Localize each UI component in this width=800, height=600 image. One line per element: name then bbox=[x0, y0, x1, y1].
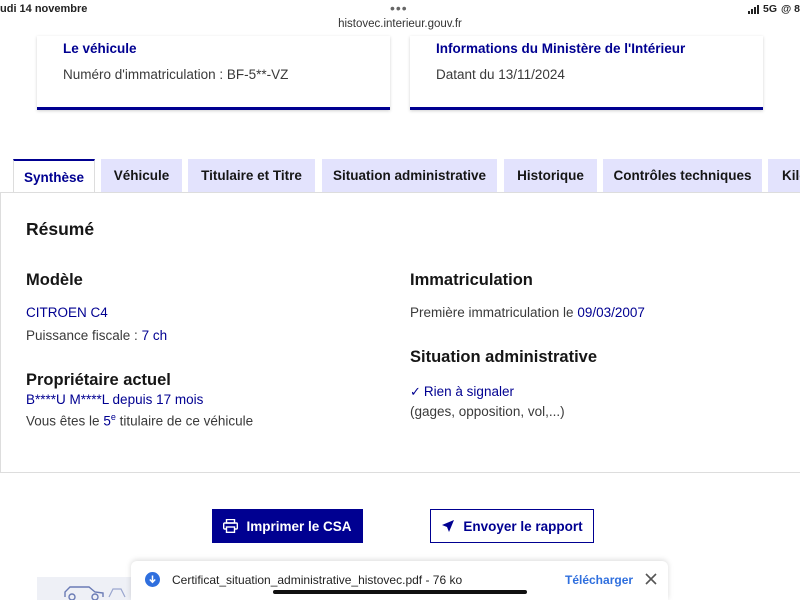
network-label: 5G bbox=[762, 3, 777, 15]
download-button[interactable]: Télécharger bbox=[565, 573, 633, 587]
tab-synthese[interactable]: Synthèse bbox=[13, 159, 95, 194]
first-registration-label: Première immatriculation le bbox=[410, 305, 578, 320]
status-indicators: 5G @ 8 bbox=[747, 3, 800, 15]
car-illustration bbox=[37, 577, 133, 600]
admin-situation-heading: Situation administrative bbox=[410, 348, 598, 366]
fiscal-power: Puissance fiscale : 7 ch bbox=[26, 328, 167, 343]
first-registration: Première immatriculation le 09/03/2007 bbox=[410, 305, 645, 320]
close-icon[interactable] bbox=[644, 572, 658, 586]
tab-kilometrage[interactable]: Kilo bbox=[768, 159, 800, 192]
home-indicator bbox=[273, 590, 527, 594]
print-csa-label: Imprimer le CSA bbox=[246, 518, 352, 534]
status-date: udi 14 novembre bbox=[0, 3, 88, 15]
send-report-button[interactable]: Envoyer le rapport bbox=[430, 509, 594, 543]
model-heading: Modèle bbox=[26, 271, 83, 289]
model-name: CITROEN C4 bbox=[26, 305, 108, 320]
tab-historique[interactable]: Historique bbox=[504, 159, 597, 192]
owner-since-value: 17 mois bbox=[156, 392, 204, 407]
first-registration-date: 09/03/2007 bbox=[577, 305, 645, 320]
admin-detail: (gages, opposition, vol,...) bbox=[410, 404, 565, 419]
browser-status-bar: udi 14 novembre ••• histovec.interieur.g… bbox=[0, 0, 800, 36]
send-report-label: Envoyer le rapport bbox=[463, 518, 583, 534]
car-icon bbox=[64, 586, 126, 600]
summary-heading: Résumé bbox=[26, 219, 95, 239]
tab-titulaire-titre[interactable]: Titulaire et Titre bbox=[188, 159, 315, 192]
admin-status-text: Rien à signaler bbox=[423, 384, 514, 399]
more-dots-icon[interactable]: ••• bbox=[390, 0, 408, 16]
owner-rank-suffix: titulaire de ce véhicule bbox=[115, 413, 254, 429]
registration-number: Numéro d'immatriculation : BF-5**-VZ bbox=[63, 67, 289, 82]
fiscal-power-value: 7 ch bbox=[141, 328, 168, 343]
ministry-info-card: Informations du Ministère de l'Intérieur… bbox=[410, 36, 763, 110]
tab-situation-administrative[interactable]: Situation administrative bbox=[322, 159, 497, 192]
owner-heading: Propriétaire actuel bbox=[26, 371, 171, 389]
owner-rank-value: 5 bbox=[103, 413, 111, 429]
download-icon bbox=[145, 572, 160, 587]
check-icon: ✓ bbox=[410, 384, 421, 399]
fiscal-power-label: Puissance fiscale : bbox=[26, 328, 142, 343]
signal-icon bbox=[747, 4, 759, 14]
card-title: Informations du Ministère de l'Intérieur bbox=[436, 41, 686, 56]
vehicle-card: Le véhicule Numéro d'immatriculation : B… bbox=[37, 36, 390, 110]
tab-list: Synthèse Véhicule Titulaire et Titre Sit… bbox=[0, 159, 800, 194]
info-date: Datant du 13/11/2024 bbox=[436, 67, 565, 82]
send-icon bbox=[442, 520, 455, 532]
tab-controles-techniques[interactable]: Contrôles techniques bbox=[603, 159, 762, 192]
printer-icon bbox=[223, 519, 239, 533]
owner-since-label: depuis bbox=[108, 392, 157, 407]
url-bar[interactable]: histovec.interieur.gouv.fr bbox=[0, 18, 800, 30]
download-filename: Certificat_situation_administrative_hist… bbox=[172, 573, 463, 587]
admin-status: ✓ Rien à signaler bbox=[410, 384, 514, 400]
owner-line: B****U M****L depuis 17 mois bbox=[26, 392, 203, 407]
download-bar: Certificat_situation_administrative_hist… bbox=[131, 561, 668, 600]
print-csa-button[interactable]: Imprimer le CSA bbox=[212, 509, 363, 543]
owner-rank-prefix: Vous êtes le bbox=[26, 413, 104, 429]
registration-heading: Immatriculation bbox=[410, 271, 533, 289]
card-title: Le véhicule bbox=[63, 41, 137, 56]
owner-name: B****U M****L bbox=[26, 392, 109, 407]
owner-rank: Vous êtes le 5e titulaire de ce véhicule bbox=[26, 412, 253, 429]
status-extra: @ 8 bbox=[781, 3, 800, 15]
tab-vehicule[interactable]: Véhicule bbox=[101, 159, 182, 192]
